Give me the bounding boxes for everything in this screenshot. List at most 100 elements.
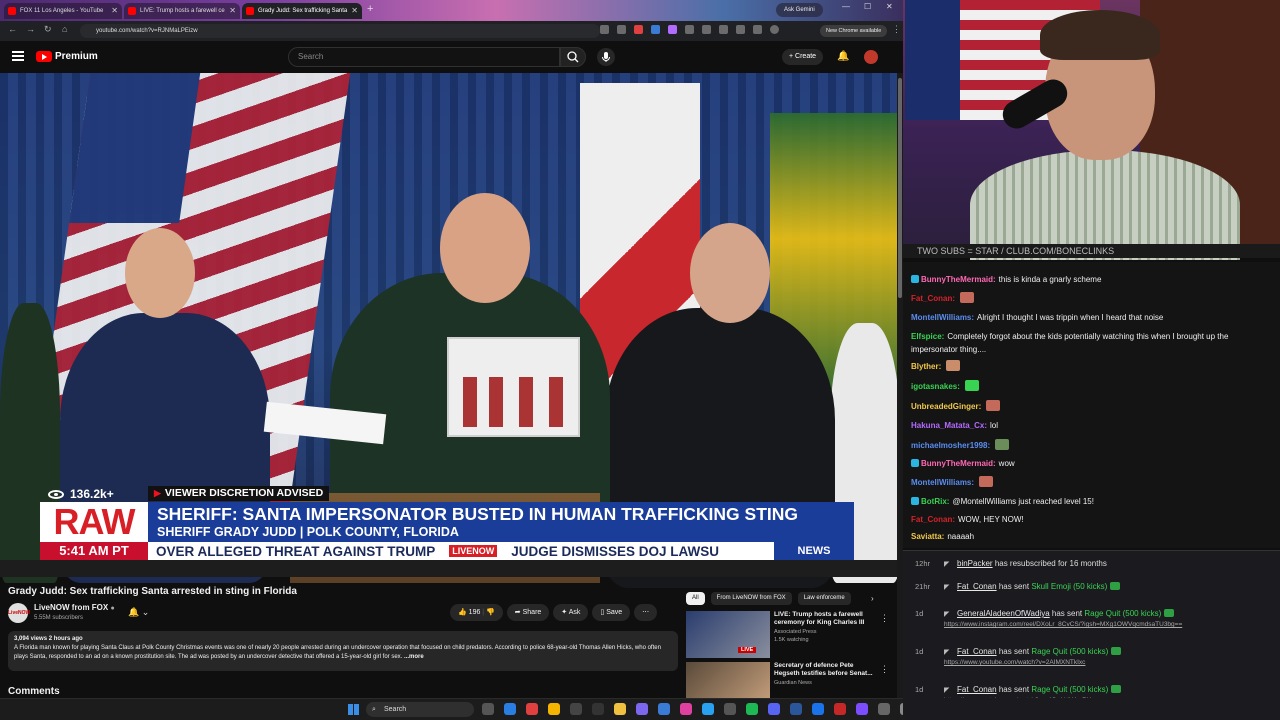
chat-username[interactable]: igotasnakes:: [911, 382, 960, 391]
app-icon[interactable]: [878, 703, 890, 715]
chat-username[interactable]: BunnyTheMermaid:: [921, 275, 996, 284]
app-icon[interactable]: [548, 703, 560, 715]
browser-tab-active[interactable]: Grady Judd: Sex trafficking Santa ✕: [242, 3, 362, 19]
maximize-icon[interactable]: ☐: [864, 2, 871, 11]
browser-tab[interactable]: LIVE: Trump hosts a farewell ce ✕: [124, 3, 240, 19]
recommended-channel[interactable]: Guardian News: [774, 680, 812, 686]
app-icon[interactable]: [636, 703, 648, 715]
recommended-title[interactable]: Secretary of defence Pete Hegseth testif…: [774, 662, 878, 678]
subscribed-bell-icon[interactable]: 🔔 ⌄: [128, 607, 149, 618]
close-tab-icon[interactable]: ✕: [229, 3, 236, 19]
description-box[interactable]: 3,094 views 2 hours ago A Florida man kn…: [8, 631, 678, 671]
edge-icon[interactable]: [504, 703, 516, 715]
chat-username[interactable]: Fat_Conan:: [911, 515, 955, 524]
close-window-icon[interactable]: ✕: [886, 2, 893, 11]
chat-username[interactable]: BunnyTheMermaid:: [921, 459, 996, 468]
browser-tab[interactable]: FOX 11 Los Angeles - YouTube ✕: [4, 3, 122, 19]
profile-icon[interactable]: [770, 25, 779, 34]
voice-search-button[interactable]: [597, 48, 615, 66]
more-options-icon[interactable]: ⋮: [880, 664, 889, 675]
extension-icon[interactable]: [719, 25, 728, 34]
extension-icon[interactable]: [634, 25, 643, 34]
taskbar-search[interactable]: ⌕ Search: [366, 702, 474, 717]
ask-gemini-button[interactable]: Ask Gemini: [776, 3, 823, 17]
close-tab-icon[interactable]: ✕: [351, 3, 358, 19]
extension-icon[interactable]: [651, 25, 660, 34]
chat-username[interactable]: michaelmosher1998:: [911, 441, 990, 450]
chat-username[interactable]: UnbreadedGinger:: [911, 402, 981, 411]
chrome-menu-icon[interactable]: ⋮: [892, 24, 901, 35]
extension-icon[interactable]: [702, 25, 711, 34]
chat-username[interactable]: Hakuna_Matata_Cx:: [911, 421, 987, 430]
app-icon[interactable]: [856, 703, 868, 715]
account-avatar[interactable]: [864, 50, 878, 64]
chat-username[interactable]: BotRix:: [921, 497, 949, 506]
ask-button[interactable]: ✦ Ask: [553, 604, 589, 621]
app-icon[interactable]: [658, 703, 670, 715]
chat-username[interactable]: MontellWilliams:: [911, 313, 974, 322]
video-thumbnail[interactable]: [686, 662, 770, 698]
cast-icon[interactable]: [600, 25, 609, 34]
chat-username[interactable]: Blyther:: [911, 362, 941, 371]
chrome-icon[interactable]: [526, 703, 538, 715]
app-icon[interactable]: [790, 703, 802, 715]
file-explorer-icon[interactable]: [614, 703, 626, 715]
more-actions-button[interactable]: ⋯: [634, 604, 658, 621]
event-link[interactable]: https://www.instagram.com/reel/DXoLr_8Cv…: [944, 621, 1182, 628]
chat-username[interactable]: Fat_Conan:: [911, 294, 955, 303]
new-chrome-available-button[interactable]: New Chrome available: [820, 25, 888, 37]
create-button[interactable]: + Create: [782, 49, 824, 65]
app-icon[interactable]: [680, 703, 692, 715]
app-icon[interactable]: [834, 703, 846, 715]
recommended-channel[interactable]: Associated Press: [774, 629, 817, 635]
channel-avatar[interactable]: LiveNOW: [8, 603, 30, 623]
chevron-right-icon[interactable]: ›: [871, 594, 874, 603]
close-tab-icon[interactable]: ✕: [111, 3, 118, 19]
share-button[interactable]: ➦ Share: [506, 604, 550, 621]
task-view-icon[interactable]: [482, 703, 494, 715]
home-icon[interactable]: ⌂: [62, 24, 67, 34]
minimize-icon[interactable]: —: [842, 2, 850, 11]
recommended-video[interactable]: LIVE LIVE: Trump hosts a farewell ceremo…: [686, 611, 892, 659]
app-icon[interactable]: [592, 703, 604, 715]
scrollbar-thumb[interactable]: [898, 78, 902, 298]
extension-icon[interactable]: [668, 25, 677, 34]
start-button-icon[interactable]: [348, 704, 359, 715]
event-link[interactable]: https://www.youtube.com/watch?v=2AIMXNTk…: [944, 659, 1085, 666]
event-username[interactable]: binPacker: [957, 559, 993, 568]
youtube-logo[interactable]: Premium: [36, 51, 98, 62]
event-username[interactable]: Fat_Conan: [957, 685, 997, 694]
chat-username[interactable]: Saviatta:: [911, 532, 944, 541]
search-input[interactable]: Search: [288, 47, 560, 67]
bookmark-star-icon[interactable]: [617, 25, 626, 34]
back-icon[interactable]: ←: [8, 24, 17, 34]
notifications-bell-icon[interactable]: 🔔: [837, 51, 849, 62]
url-field[interactable]: youtube.com/watch?v=RJNMaLPEizw: [80, 24, 600, 38]
chip-all[interactable]: All: [686, 592, 705, 605]
show-more-link[interactable]: ...more: [404, 654, 424, 660]
save-button[interactable]: ▯ Save: [592, 604, 631, 621]
spotify-icon[interactable]: [746, 703, 758, 715]
chat-username[interactable]: MontellWilliams:: [911, 478, 974, 487]
chip-law-enforcement[interactable]: Law enforceme: [797, 592, 851, 605]
chip-from-channel[interactable]: From LiveNOW from FOX: [710, 592, 792, 605]
event-username[interactable]: GeneralAladeenOfWadiya: [957, 609, 1050, 618]
channel-name[interactable]: LiveNOW from FOX ●: [34, 603, 115, 612]
recommended-video[interactable]: Secretary of defence Pete Hegseth testif…: [686, 662, 892, 698]
sidebar-icon[interactable]: [753, 25, 762, 34]
extension-icon[interactable]: [685, 25, 694, 34]
discord-icon[interactable]: [768, 703, 780, 715]
new-tab-icon[interactable]: +: [367, 3, 373, 15]
app-icon[interactable]: [724, 703, 736, 715]
video-thumbnail[interactable]: [686, 611, 770, 658]
search-button[interactable]: [560, 47, 586, 67]
menu-icon[interactable]: [12, 51, 24, 61]
app-icon[interactable]: [702, 703, 714, 715]
obs-icon[interactable]: [570, 703, 582, 715]
like-dislike-button[interactable]: 👍 196 | 👎: [450, 604, 503, 621]
more-options-icon[interactable]: ⋮: [880, 613, 889, 624]
chat-username[interactable]: Elfspice:: [911, 332, 944, 341]
forward-icon[interactable]: →: [26, 24, 35, 34]
recommended-title[interactable]: LIVE: Trump hosts a farewell ceremony fo…: [774, 611, 878, 627]
extension-icon[interactable]: [736, 25, 745, 34]
